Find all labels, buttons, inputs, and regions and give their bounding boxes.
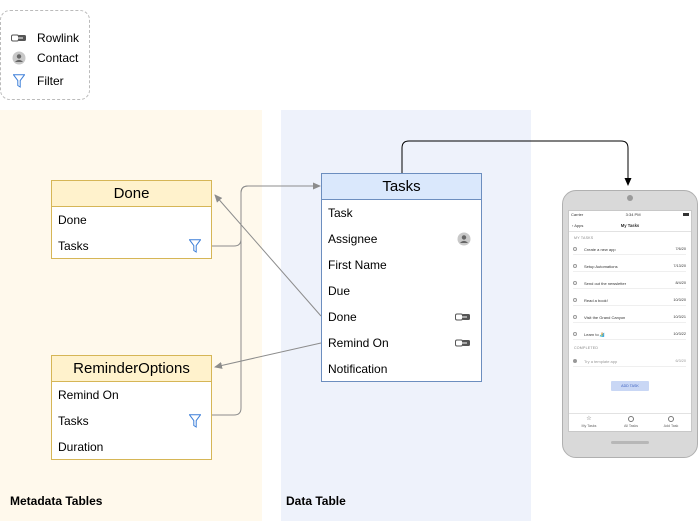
tasks-row-assignee: Assignee [322,226,481,252]
tab-all-tasks[interactable]: All Tasks [611,416,651,428]
done-table: Done Done Tasks [51,180,212,259]
metadata-tables-label: Metadata Tables [10,494,103,508]
legend: Rowlink Contact Filter [0,10,90,100]
add-task-button[interactable]: ADD TASK [611,381,649,391]
tasks-row-first-name: First Name [322,252,481,278]
tasks-row-task: Task [322,200,481,226]
add-icon [668,416,674,422]
task-date: 8/4/20 [675,281,686,285]
nav-bar: ‹ Apps My Tasks [569,221,691,232]
screen-title: My Tasks [620,223,640,228]
done-table-row-done: Done [52,207,211,233]
task-title: Read a book! [584,297,608,303]
checkbox[interactable] [573,264,577,268]
field-label: Remind On [328,336,389,350]
field-label: Assignee [328,232,378,246]
section-completed: COMPLETED [574,346,599,350]
task-title: Try a template app [584,358,618,364]
field-label: Remind On [58,388,119,402]
completed-task-item[interactable]: Try a template app 6/3/20 [573,356,686,367]
field-label: Duration [58,439,104,454]
list-icon [628,416,634,422]
field-label: Tasks [58,414,89,428]
task-title: Send out the newsletter [584,280,627,286]
tasks-table: Tasks Task Assignee First Name Due Done … [321,173,482,382]
field-label: Notification [328,361,388,376]
tab-bar: ☆ My Tasks All Tasks Add Task [569,413,691,431]
reminder-options-row-tasks: Tasks [52,408,211,434]
section-my-tasks: MY TASKS [574,236,594,240]
legend-item-rowlink: Rowlink [11,31,79,45]
tab-label: Add Task [663,424,679,428]
done-table-title: Done [52,181,211,207]
tasks-row-remind-on: Remind On [322,330,481,356]
legend-label-contact: Contact [37,51,79,65]
legend-label-rowlink: Rowlink [37,31,80,45]
contact-icon [457,232,471,246]
tasks-row-done: Done [322,304,481,330]
tab-label: My Tasks [581,424,597,428]
reminder-options-table-title: ReminderOptions [52,356,211,382]
done-table-row-tasks: Tasks [52,233,211,258]
field-label: Done [328,310,357,324]
checkbox[interactable] [573,315,577,319]
legend-item-filter: Filter [11,74,64,88]
field-label: Tasks [58,238,89,253]
task-item[interactable]: Learn to 🏄 10/3/22 [573,329,686,340]
tab-label: All Tasks [623,424,639,428]
data-table-label: Data Table [286,494,346,508]
phone-camera [627,195,633,201]
task-title: Create a new app [584,246,616,252]
reminder-options-row-remind-on: Remind On [52,382,211,408]
tasks-table-title: Tasks [322,174,481,200]
task-item[interactable]: Create a new app 7/6/20 [573,244,686,255]
legend-label-filter: Filter [37,74,64,88]
task-date: 7/6/20 [675,247,686,251]
checkbox[interactable] [573,281,577,285]
contact-icon [11,51,27,65]
task-title: Learn to 🏄 [584,331,605,337]
legend-item-contact: Contact [11,51,78,65]
filter-icon [189,238,201,253]
status-bar: Carrier 3:34 PM [571,212,689,217]
star-icon: ☆ [586,416,592,422]
task-date: 10/3/22 [673,332,686,336]
rowlink-icon [455,313,471,321]
rowlink-icon [11,31,27,45]
field-label: Task [328,206,353,220]
tab-my-tasks[interactable]: ☆ My Tasks [569,416,609,428]
task-item[interactable]: Read a book! 10/3/20 [573,295,686,306]
checkbox[interactable] [573,298,577,302]
filter-icon [11,74,27,88]
phone-home-bar [611,441,649,444]
field-label: Due [328,284,351,298]
checkbox[interactable] [573,332,577,336]
task-title: Setup Automations [584,263,618,269]
field-label: First Name [328,258,387,272]
reminder-options-table: ReminderOptions Remind On Tasks Duration [51,355,212,460]
filter-icon [189,414,201,428]
reminder-options-row-duration: Duration [52,434,211,459]
task-date: 10/3/21 [673,315,686,319]
checkbox[interactable] [573,247,577,251]
tab-add-task[interactable]: Add Task [651,416,691,428]
tasks-row-notification: Notification [322,356,481,381]
clock: 3:34 PM [625,212,641,217]
task-item[interactable]: Setup Automations 7/13/20 [573,261,686,272]
rowlink-icon [455,339,471,347]
tasks-row-due: Due [322,278,481,304]
task-item[interactable]: Send out the newsletter 8/4/20 [573,278,686,289]
task-date: 10/3/20 [673,298,686,302]
task-date: 6/3/20 [675,359,686,363]
task-date: 7/13/20 [673,264,686,268]
phone-screen: Carrier 3:34 PM ‹ Apps My Tasks MY TASKS… [568,210,692,432]
carrier-label: Carrier [571,212,584,217]
battery-icon [682,213,689,216]
task-title: Visit the Grand Canyon [584,314,626,320]
checkbox-checked[interactable] [573,359,577,363]
task-item[interactable]: Visit the Grand Canyon 10/3/21 [573,312,686,323]
field-label: Done [58,213,87,227]
